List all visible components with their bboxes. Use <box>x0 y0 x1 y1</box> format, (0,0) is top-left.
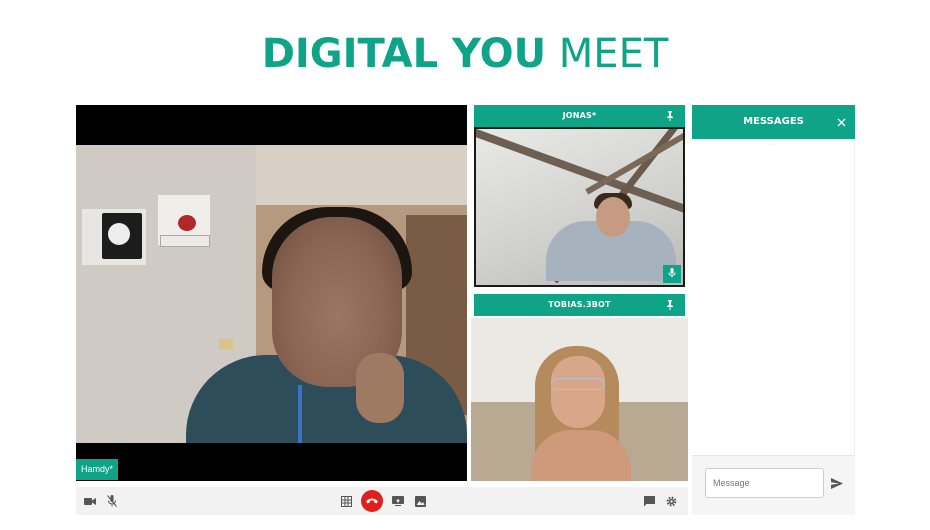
participant-video-tobias[interactable] <box>471 318 688 481</box>
participant-tile-header-jonas: JONAS* <box>474 105 685 127</box>
main-participant-name-tag: Hamdy* <box>76 459 119 480</box>
participant-name-jonas: JONAS* <box>562 111 597 120</box>
call-control-bar <box>76 487 688 515</box>
messages-panel: MESSAGES · ·· <box>692 105 855 515</box>
main-video[interactable]: Hamdy* <box>76 105 467 481</box>
participant-tile-header-tobias: TOBIAS.3BOT <box>474 294 685 316</box>
chat-icon[interactable] <box>641 487 657 515</box>
message-input[interactable] <box>705 468 824 498</box>
grid-icon[interactable] <box>338 487 354 515</box>
send-icon[interactable] <box>828 473 846 493</box>
app-title: DIGITAL YOU MEET <box>0 28 930 80</box>
wall-painting-flower <box>82 209 146 265</box>
app-title-bold: DIGITAL YOU <box>261 31 547 77</box>
screen-share-icon[interactable] <box>390 487 406 515</box>
mic-icon <box>663 265 681 283</box>
pin-icon[interactable] <box>665 294 675 316</box>
participant-video-jonas[interactable] <box>474 127 685 287</box>
app-title-light: MEET <box>558 31 669 77</box>
image-icon[interactable] <box>412 487 428 515</box>
participant-name-tobias: TOBIAS.3BOT <box>548 300 611 309</box>
mic-off-icon[interactable] <box>104 487 120 515</box>
camera-icon[interactable] <box>82 487 98 515</box>
message-composer <box>692 455 855 515</box>
messages-header: MESSAGES <box>692 105 855 139</box>
hangup-icon[interactable] <box>361 490 383 512</box>
main-video-feed <box>76 145 467 443</box>
pin-icon[interactable] <box>665 105 675 127</box>
messages-loading-indicator: · ·· <box>768 142 776 148</box>
settings-icon[interactable] <box>663 487 679 515</box>
close-icon[interactable] <box>837 105 846 139</box>
messages-title: MESSAGES <box>743 116 804 127</box>
